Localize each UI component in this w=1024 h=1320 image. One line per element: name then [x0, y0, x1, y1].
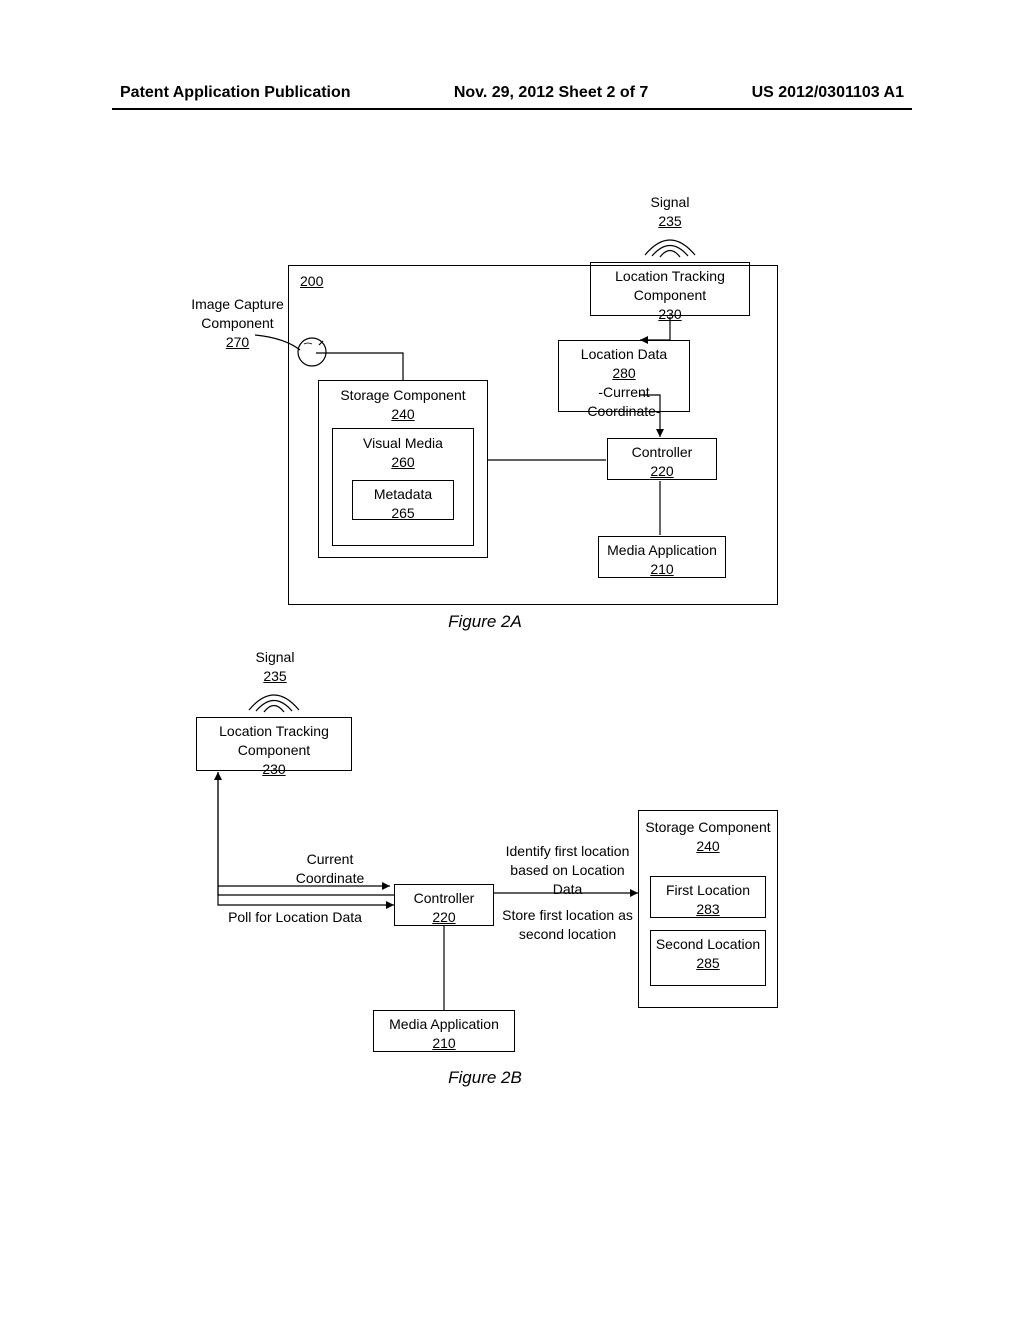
figB-caption: Figure 2B: [395, 1068, 575, 1088]
figB-connectors: [0, 0, 1024, 1100]
